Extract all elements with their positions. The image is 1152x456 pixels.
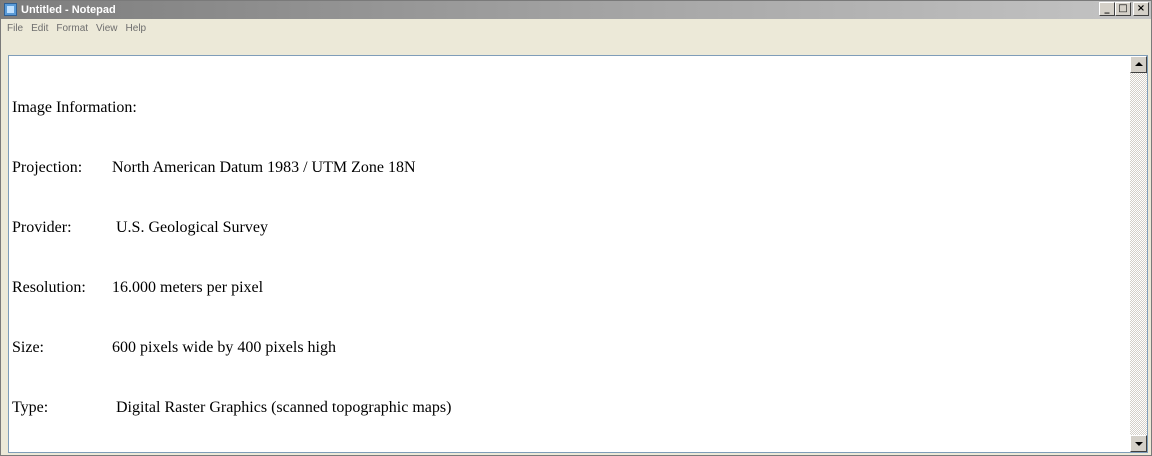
title-bar[interactable]: Untitled - Notepad _ □ × <box>1 1 1151 19</box>
line-value: 600 pixels wide by 400 pixels high <box>112 339 336 356</box>
line-value: Digital Raster Graphics (scanned topogra… <box>116 399 452 416</box>
document-text[interactable]: Image Information: Projection: North Ame… <box>12 58 1128 450</box>
menu-view[interactable]: View <box>92 20 122 37</box>
line-label: Size: <box>12 339 44 356</box>
scroll-up-button[interactable] <box>1130 56 1147 73</box>
line-value: 16.000 meters per pixel <box>112 279 264 296</box>
line-label: Resolution: <box>12 279 86 296</box>
menu-bar: File Edit Format View Help <box>1 19 1151 38</box>
menu-edit[interactable]: Edit <box>27 20 52 37</box>
line-label: Projection: <box>12 159 83 176</box>
text-line: Projection: North American Datum 1983 / … <box>12 158 1128 178</box>
minimize-button[interactable]: _ <box>1099 2 1115 16</box>
window-controls: _ □ × <box>1099 2 1149 16</box>
arrow-up-icon <box>1135 62 1143 66</box>
vertical-scrollbar[interactable] <box>1130 56 1147 452</box>
text-line: Type: Digital Raster Graphics (scanned t… <box>12 398 1128 418</box>
text-line: Size: 600 pixels wide by 400 pixels high <box>12 338 1128 358</box>
text-line: Resolution: 16.000 meters per pixel <box>12 278 1128 298</box>
notepad-window: Untitled - Notepad _ □ × File Edit Forma… <box>0 0 1152 456</box>
menu-file[interactable]: File <box>3 20 27 37</box>
line-value: North American Datum 1983 / UTM Zone 18N <box>112 159 416 176</box>
line-value: U.S. Geological Survey <box>116 219 268 236</box>
line-label: Provider: <box>12 219 72 236</box>
text-editor[interactable]: Image Information: Projection: North Ame… <box>8 55 1148 453</box>
menu-help[interactable]: Help <box>122 20 151 37</box>
maximize-button[interactable]: □ <box>1115 2 1131 16</box>
arrow-down-icon <box>1135 442 1143 446</box>
scroll-down-button[interactable] <box>1130 435 1147 452</box>
text-line: Image Information: <box>12 98 1128 118</box>
line-label: Type: <box>12 399 49 416</box>
text-line: Provider: U.S. Geological Survey <box>12 218 1128 238</box>
line-label: Image Information: <box>12 99 137 116</box>
menu-format[interactable]: Format <box>52 20 92 37</box>
window-title: Untitled - Notepad <box>21 4 116 16</box>
close-button[interactable]: × <box>1133 2 1149 16</box>
notepad-icon[interactable] <box>4 3 17 16</box>
